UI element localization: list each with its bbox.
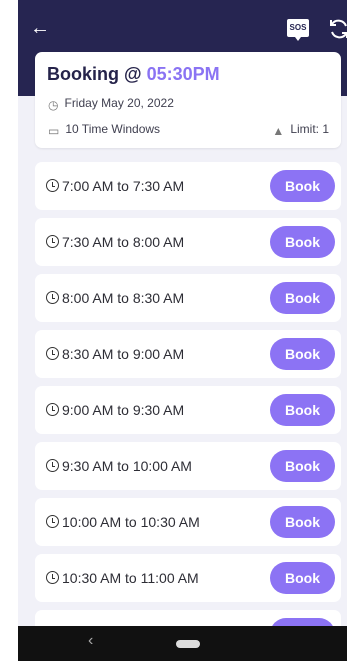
clock-icon (46, 347, 59, 360)
book-button[interactable]: Book (270, 450, 335, 482)
slot-time: 8:00 AM to 8:30 AM (46, 290, 184, 306)
refresh-icon[interactable] (327, 18, 347, 40)
slot-time: 9:00 AM to 9:30 AM (46, 402, 184, 418)
slot-row: 7:00 AM to 7:30 AM Book (35, 162, 341, 210)
booking-date: ◷ Friday May 20, 2022 (48, 96, 174, 112)
slot-row: 10:00 AM to 10:30 AM Book (35, 498, 341, 546)
slot-time: 10:00 AM to 10:30 AM (46, 514, 200, 530)
time-windows: ▭ 10 Time Windows (48, 122, 161, 138)
book-button[interactable]: Book (270, 506, 335, 538)
slot-row: 9:00 AM to 9:30 AM Book (35, 386, 341, 434)
slot-time: 8:30 AM to 9:00 AM (46, 346, 184, 362)
home-handle[interactable] (176, 640, 200, 648)
slot-row: 8:00 AM to 8:30 AM Book (35, 274, 341, 322)
booking-title: Booking @ 05:30PM (47, 64, 220, 84)
booking-summary-card: Booking @ 05:30PM ◷ Friday May 20, 2022 ▭… (35, 52, 341, 148)
back-arrow-icon[interactable]: ← (30, 18, 50, 38)
timeline-icon: ▭ (48, 124, 60, 138)
book-button[interactable]: Book (270, 226, 335, 258)
clock-icon (46, 291, 59, 304)
clock-icon (46, 179, 59, 192)
slot-row: 7:30 AM to 8:00 AM Book (35, 218, 341, 266)
slot-row: 9:30 AM to 10:00 AM Book (35, 442, 341, 490)
book-button[interactable]: Book (270, 170, 335, 202)
slot-time: 7:30 AM to 8:00 AM (46, 234, 184, 250)
book-button[interactable]: Book (270, 562, 335, 594)
clock-icon (46, 571, 59, 584)
clock-icon: ◷ (48, 98, 59, 112)
nav-back-icon[interactable]: ‹ (88, 632, 93, 650)
limit-icon: ▲ (272, 124, 285, 138)
sos-button[interactable]: SOS (287, 19, 309, 41)
book-button[interactable]: Book (270, 282, 335, 314)
slot-row: 8:30 AM to 9:00 AM Book (35, 330, 341, 378)
clock-icon (46, 515, 59, 528)
book-button[interactable]: Book (270, 394, 335, 426)
phone-screen: ← SOS Booking @ 05:30PM ◷ Friday May 20, … (18, 0, 347, 661)
limit-label: ▲ Limit: 1 (272, 122, 329, 138)
clock-icon (46, 459, 59, 472)
slot-row: 10:30 AM to 11:00 AM Book (35, 554, 341, 602)
slot-time: 9:30 AM to 10:00 AM (46, 458, 192, 474)
clock-icon (46, 235, 59, 248)
slot-time: 10:30 AM to 11:00 AM (46, 570, 199, 586)
clock-icon (46, 403, 59, 416)
slot-time: 7:00 AM to 7:30 AM (46, 178, 184, 194)
android-nav-bar: ‹ (18, 626, 347, 661)
book-button[interactable]: Book (270, 338, 335, 370)
